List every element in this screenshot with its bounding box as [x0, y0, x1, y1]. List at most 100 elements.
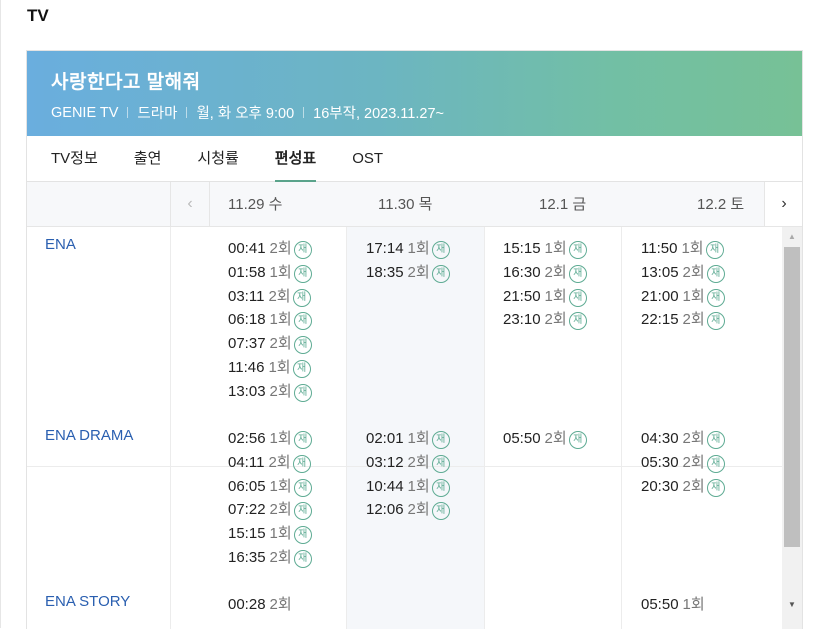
- tab-ost[interactable]: OST: [352, 136, 383, 181]
- scroll-up-arrow-icon[interactable]: ▲: [782, 227, 802, 245]
- episode-number: 2회: [544, 263, 567, 281]
- air-time: 03:12: [366, 453, 404, 471]
- scroll-down-arrow-icon[interactable]: ▼: [782, 595, 802, 613]
- episode-number: 2회: [682, 311, 705, 329]
- rerun-badge-icon[interactable]: 재: [431, 478, 450, 497]
- episode-number: 2회: [269, 382, 292, 400]
- show-banner: 사랑한다고 말해줘 GENIE TV 드라마 월, 화 오후 9:00 16부작…: [27, 51, 802, 136]
- rerun-badge-icon[interactable]: 재: [568, 264, 587, 283]
- episode-number: 2회: [682, 453, 705, 471]
- rerun-badge-icon[interactable]: 재: [706, 431, 725, 449]
- tab-tv-info[interactable]: TV정보: [51, 136, 98, 181]
- air-time: 10:44: [366, 477, 404, 495]
- air-time: 07:37: [228, 335, 266, 353]
- air-time: 05:50: [503, 430, 541, 447]
- schedule-slot: 03:12 2회 재: [366, 451, 450, 475]
- air-time: 21:50: [503, 287, 541, 305]
- schedule-slot: 15:15 1회 재: [228, 522, 312, 546]
- schedule-slot: 02:01 1회 재: [366, 427, 450, 451]
- channel-name[interactable]: ENA STORY: [45, 593, 130, 610]
- rerun-badge-icon[interactable]: 재: [431, 431, 450, 449]
- rerun-badge-icon[interactable]: 재: [292, 454, 311, 473]
- rerun-badge-icon[interactable]: 재: [292, 360, 311, 378]
- rerun-badge-icon[interactable]: 재: [293, 336, 312, 355]
- show-title[interactable]: 사랑한다고 말해줘: [51, 67, 802, 94]
- episode-number: 1회: [269, 263, 292, 281]
- air-time: 05:50: [641, 596, 679, 613]
- tab-cast[interactable]: 출연: [134, 136, 162, 181]
- rerun-badge-icon[interactable]: 재: [706, 478, 725, 497]
- episode-number: 2회: [269, 596, 292, 613]
- rerun-badge-icon[interactable]: 재: [293, 478, 312, 497]
- scrollbar[interactable]: ▲ ▼: [782, 227, 802, 629]
- schedule-slot: 20:30 2회 재: [641, 475, 725, 499]
- air-time: 20:30: [641, 477, 679, 495]
- rerun-badge-icon[interactable]: 재: [706, 288, 725, 307]
- prev-day-button[interactable]: ‹: [170, 182, 210, 226]
- episode-number: 1회: [269, 430, 292, 447]
- tab-bar: TV정보 출연 시청률 편성표 OST: [27, 136, 802, 182]
- air-time: 21:00: [641, 287, 679, 305]
- tab-ratings[interactable]: 시청률: [197, 136, 238, 181]
- schedule-slot: 05:50 2회 재: [503, 427, 587, 451]
- schedule-slot: 05:30 2회 재: [641, 451, 725, 475]
- air-time: 15:15: [228, 525, 266, 543]
- rerun-badge-icon[interactable]: 재: [706, 312, 725, 331]
- rerun-badge-icon[interactable]: 재: [293, 526, 312, 545]
- rerun-badge-icon[interactable]: 재: [431, 264, 450, 283]
- rerun-badge-icon[interactable]: 재: [293, 550, 312, 568]
- schedule-slot: 06:05 1회 재: [228, 475, 312, 499]
- schedule-slot: 18:35 2회 재: [366, 261, 450, 285]
- schedule-slot: 01:58 1회 재: [228, 261, 312, 285]
- channel-name[interactable]: ENA DRAMA: [45, 427, 133, 444]
- air-time: 04:11: [228, 453, 265, 471]
- rerun-badge-icon[interactable]: 재: [568, 431, 587, 449]
- schedule-header: ‹ 11.29 수 11.30 목 12.1 금 12.2 토 ›: [27, 182, 802, 227]
- rerun-badge-icon[interactable]: 재: [293, 241, 312, 259]
- episode-number: 2회: [269, 501, 292, 519]
- rerun-badge-icon[interactable]: 재: [706, 454, 725, 473]
- episode-number: 1회: [407, 430, 430, 447]
- air-time: 06:18: [228, 311, 266, 329]
- rerun-badge-icon[interactable]: 재: [705, 241, 724, 259]
- rerun-badge-icon[interactable]: 재: [293, 383, 312, 402]
- schedule-slot: 13:03 2회 재: [228, 380, 312, 404]
- rerun-badge-icon[interactable]: 재: [706, 264, 725, 283]
- rerun-badge-icon[interactable]: 재: [568, 241, 587, 259]
- rerun-badge-icon[interactable]: 재: [568, 288, 587, 307]
- rerun-badge-icon[interactable]: 재: [431, 241, 450, 259]
- schedule-slot: 11:50 1회 재: [641, 237, 724, 261]
- schedule-slot: 21:00 1회 재: [641, 285, 725, 309]
- episode-number: 1회: [407, 240, 430, 257]
- air-time: 23:10: [503, 311, 541, 329]
- show-genre: 드라마: [137, 106, 178, 122]
- episode-number: 1회: [682, 596, 705, 613]
- air-time: 15:15: [503, 240, 541, 257]
- rerun-badge-icon[interactable]: 재: [431, 502, 450, 521]
- air-time: 06:05: [228, 477, 266, 495]
- channel-name[interactable]: ENA: [45, 236, 76, 253]
- column-divider: [346, 227, 347, 629]
- scrollbar-thumb[interactable]: [784, 247, 800, 547]
- air-time: 17:14: [366, 240, 404, 257]
- episode-number: 1회: [682, 287, 705, 305]
- episode-number: 1회: [269, 477, 292, 495]
- schedule-slot: 02:56 1회 재: [228, 427, 312, 451]
- episode-number: 1회: [268, 359, 291, 376]
- tab-schedule[interactable]: 편성표: [274, 136, 317, 182]
- next-day-button[interactable]: ›: [764, 182, 802, 226]
- rerun-badge-icon[interactable]: 재: [431, 454, 450, 473]
- rerun-badge-icon[interactable]: 재: [568, 312, 587, 331]
- rerun-badge-icon[interactable]: 재: [293, 502, 312, 521]
- schedule-slot: 03:11 2회 재: [228, 285, 311, 309]
- page-left-border: [0, 0, 1, 628]
- rerun-badge-icon[interactable]: 재: [293, 264, 312, 283]
- schedule-slot: 04:30 2회 재: [641, 427, 725, 451]
- rerun-badge-icon[interactable]: 재: [292, 288, 311, 307]
- rerun-badge-icon[interactable]: 재: [293, 431, 312, 449]
- rerun-badge-icon[interactable]: 재: [293, 312, 312, 331]
- schedule-slot: 04:11 2회 재: [228, 451, 311, 475]
- air-time: 22:15: [641, 311, 679, 329]
- show-network: GENIE TV: [51, 104, 119, 121]
- tv-program-card: 사랑한다고 말해줘 GENIE TV 드라마 월, 화 오후 9:00 16부작…: [26, 50, 803, 629]
